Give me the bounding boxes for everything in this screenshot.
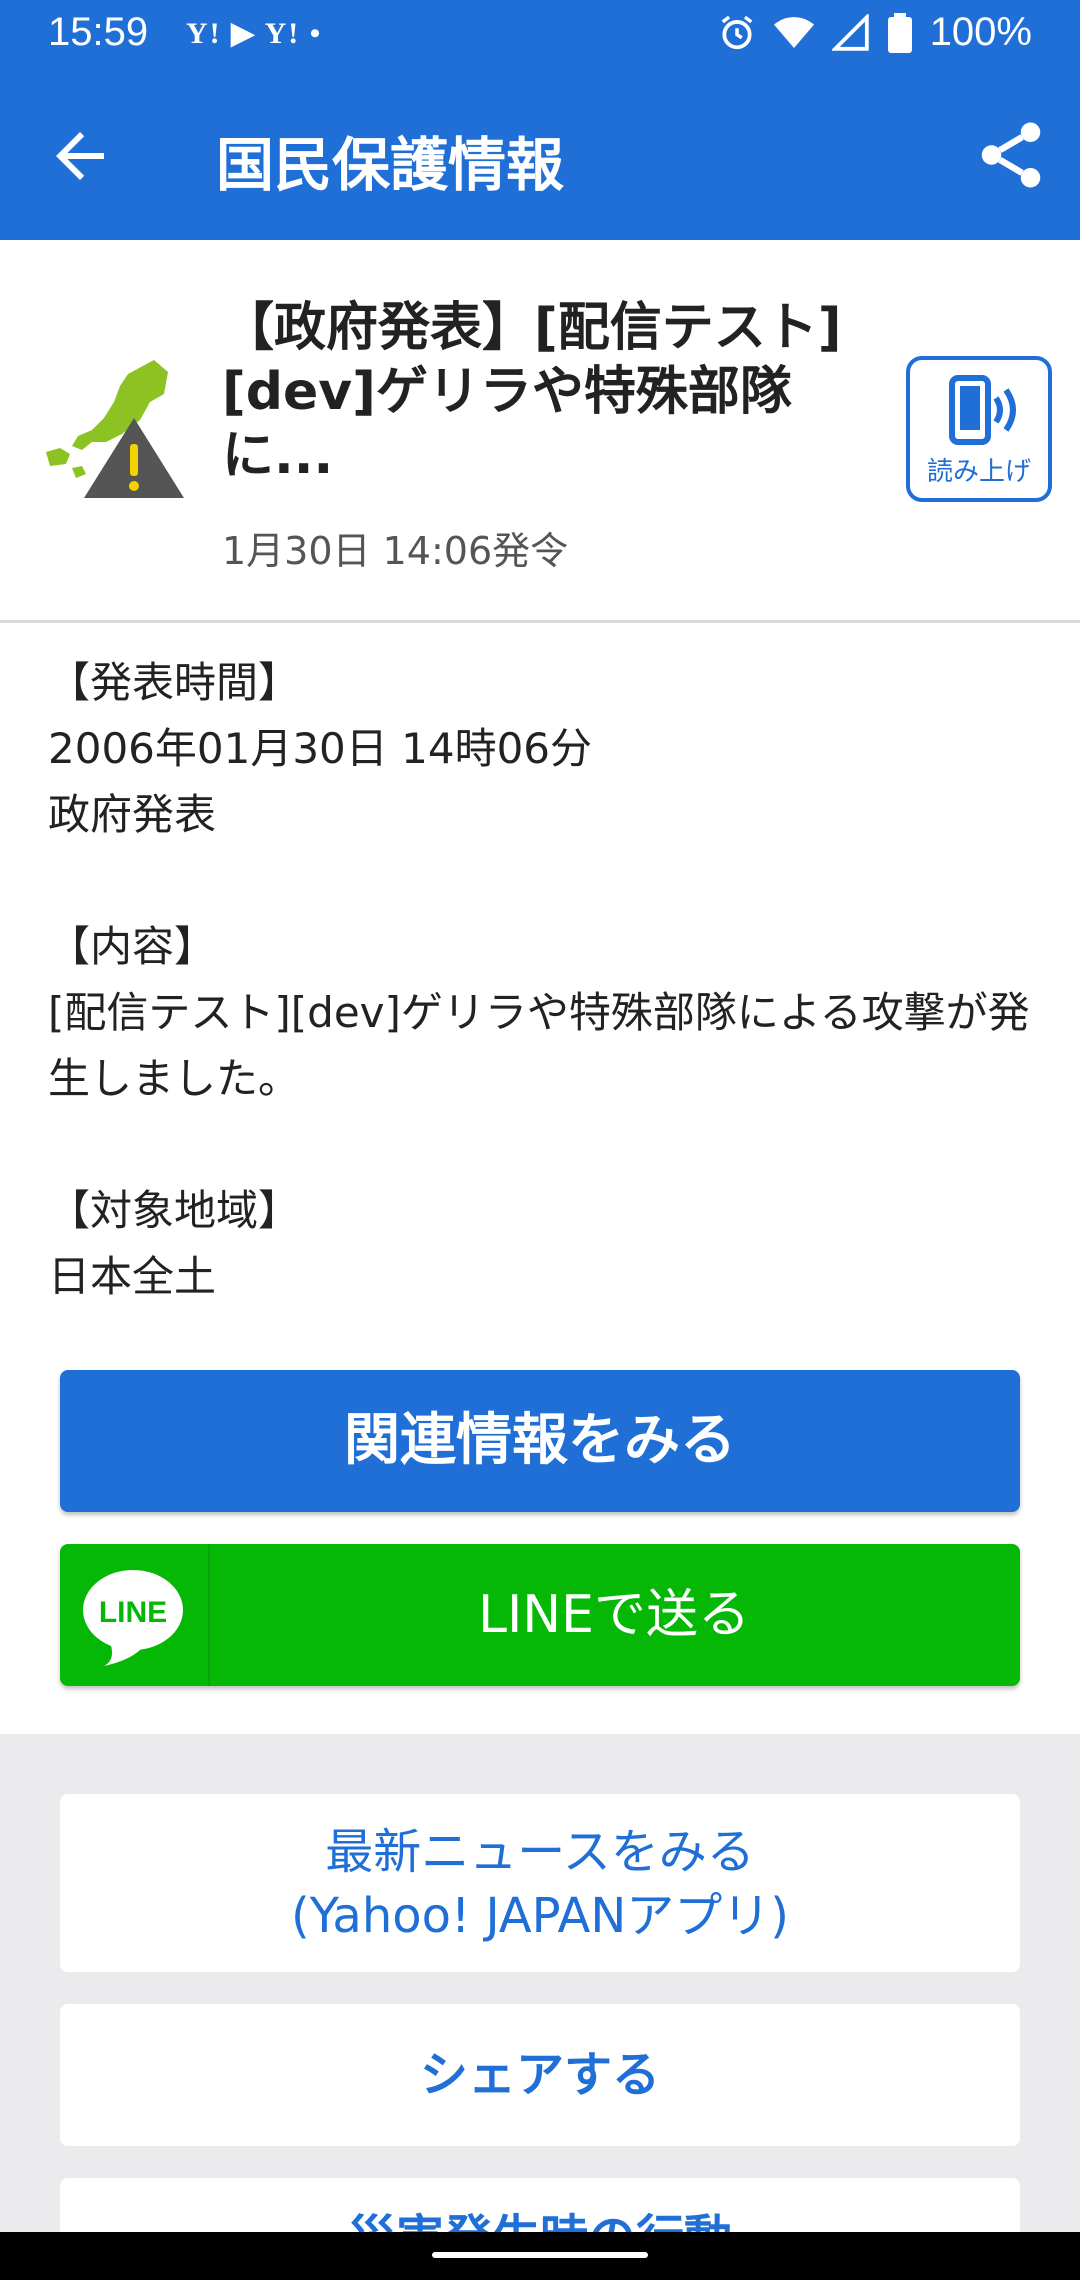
status-right: 100% xyxy=(718,10,1032,55)
line-logo-wrap: LINE xyxy=(60,1544,210,1686)
share-button[interactable]: シェアする xyxy=(60,2004,1020,2146)
latest-news-label: 最新ニュースをみる xyxy=(325,1824,755,1880)
read-aloud-label: 読み上げ xyxy=(926,457,1031,487)
latest-news-sub-label: (Yahoo! JAPANアプリ) xyxy=(290,1888,789,1944)
system-nav-bar xyxy=(0,2232,1080,2280)
status-time: 15:59 xyxy=(48,10,149,54)
alarm-icon xyxy=(721,15,752,49)
share-icon[interactable] xyxy=(972,116,1050,194)
alert-title: 【政府発表】[配信テスト][dev]ゲリラや特殊部隊に... xyxy=(222,298,842,486)
line-logo-text: LINE xyxy=(99,1596,167,1629)
line-logo-icon: LINE xyxy=(83,1570,183,1666)
battery-icon xyxy=(887,12,912,53)
read-aloud-button[interactable]: 読み上げ xyxy=(906,356,1052,502)
battery-level: 100% xyxy=(929,10,1032,54)
status-bar: 15:59 Y! ▶ Y! • 100% xyxy=(0,0,1080,72)
home-handle[interactable] xyxy=(432,2252,648,2258)
page-title: 国民保護情報 xyxy=(216,131,565,199)
back-arrow-icon[interactable] xyxy=(44,120,116,192)
notification-icons: Y! ▶ Y! • xyxy=(186,17,323,50)
signal-icon xyxy=(831,13,869,51)
issued-time: 1月30日 14:06発令 xyxy=(222,529,569,573)
line-send-label: LINEで送る xyxy=(477,1585,751,1645)
line-send-button[interactable]: LINE LINEで送る xyxy=(60,1544,1020,1686)
latest-news-button[interactable]: 最新ニュースをみる (Yahoo! JAPANアプリ) xyxy=(60,1794,1020,1972)
divider xyxy=(0,620,1080,623)
app-bar: 国民保護情報 xyxy=(0,72,1080,240)
wifi-icon xyxy=(773,16,814,48)
related-info-button[interactable]: 関連情報をみる xyxy=(60,1370,1020,1512)
phone-speaker-icon xyxy=(949,375,1016,445)
alert-header: 【政府発表】[配信テスト][dev]ゲリラや特殊部隊に... 1月30日 14:… xyxy=(0,240,1080,620)
alert-details: 【発表時間】 2006年01月30日 14時06分 政府発表 【内容】 [配信テ… xyxy=(48,658,1030,1301)
japan-warning-icon xyxy=(46,360,184,498)
